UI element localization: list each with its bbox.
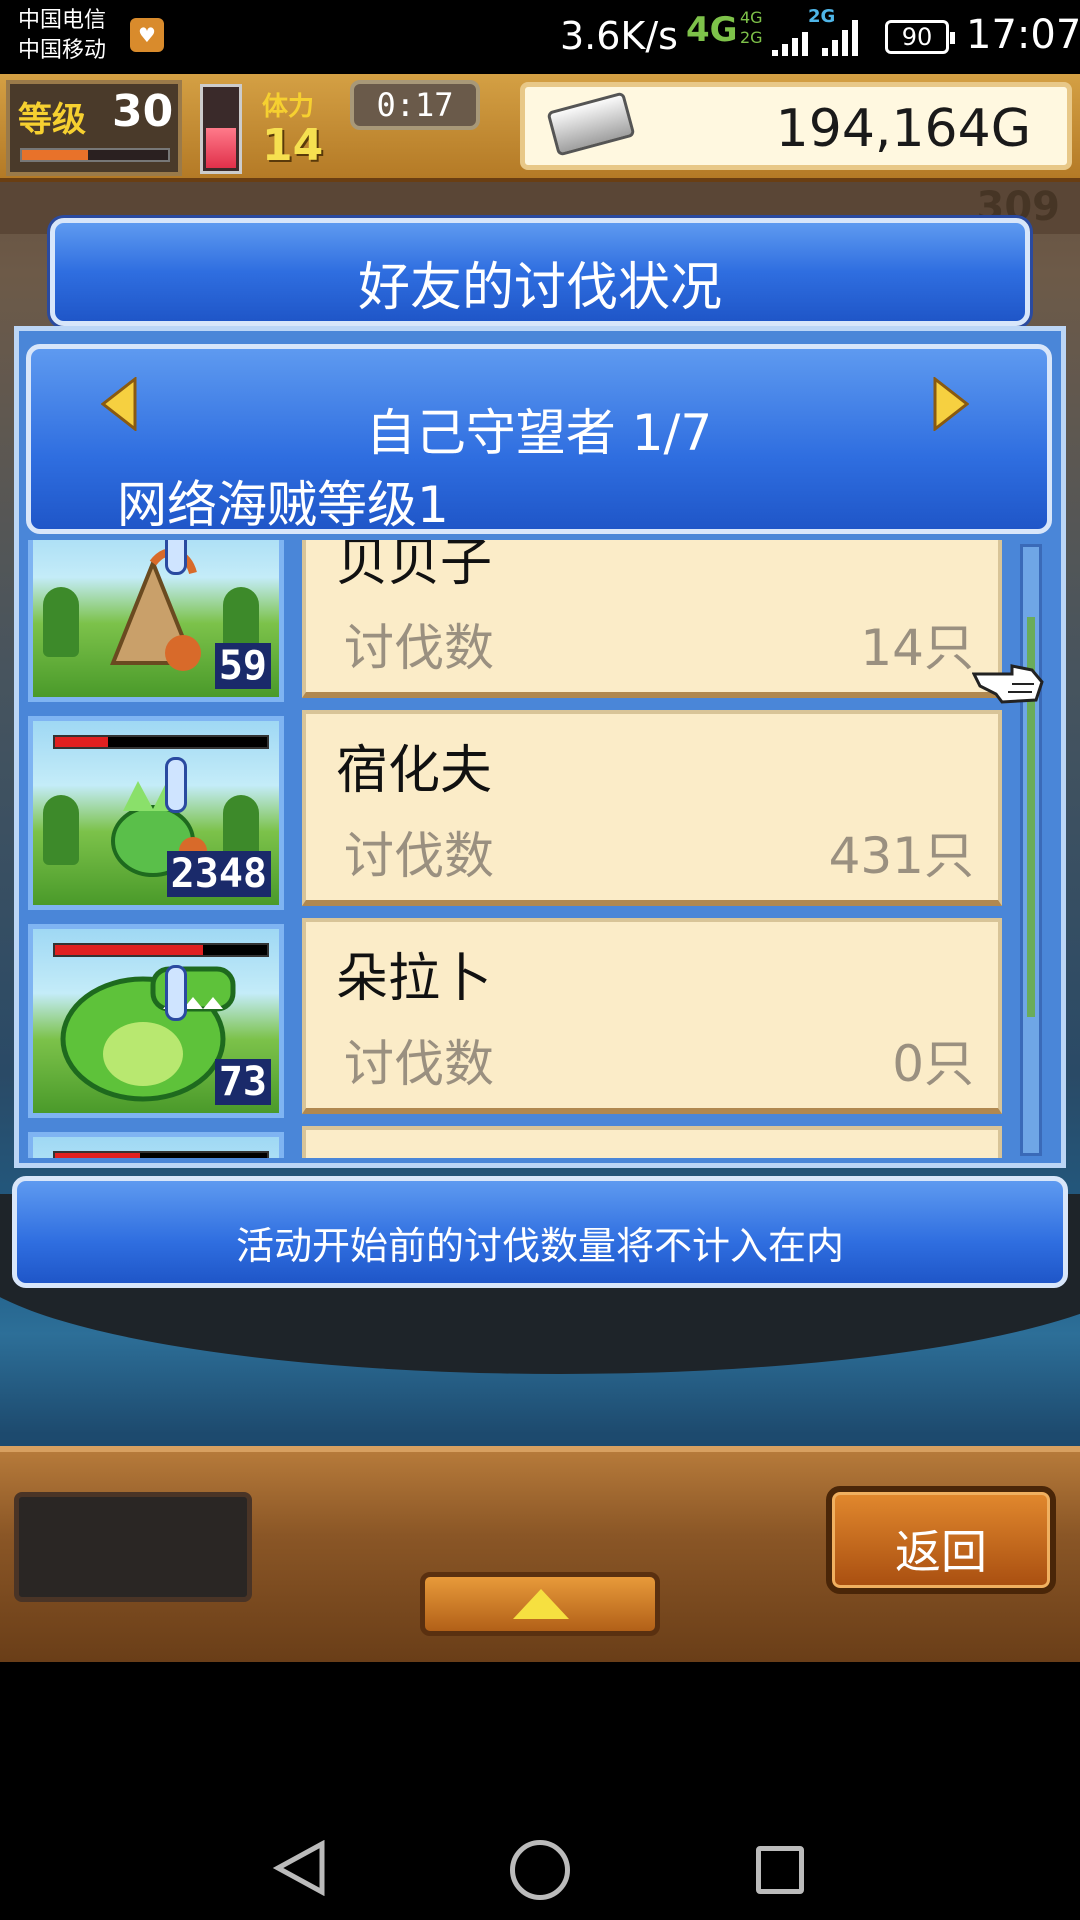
level-value: 30 xyxy=(112,86,174,137)
clock: 17:07 xyxy=(966,12,1080,58)
list-scrollbar[interactable] xyxy=(1020,544,1042,1156)
kill-count-label: 讨伐数 xyxy=(344,827,494,885)
hp-bar-fill xyxy=(55,1153,140,1158)
monster-thumbnail xyxy=(28,1132,284,1158)
back-button-label: 返回 xyxy=(895,1525,987,1579)
monster-name: 宿化夫 xyxy=(336,741,493,801)
back-button[interactable]: 返回 xyxy=(826,1486,1056,1594)
bottom-bar: 返回 xyxy=(0,1446,1080,1662)
money-box: 194,164G xyxy=(520,82,1072,170)
nav-recent-icon[interactable] xyxy=(756,1846,804,1894)
game-screen: 等级 30 体力 14 0:17 194,164G 309 好友的讨伐状况 自己… xyxy=(0,74,1080,1662)
network-small-bottom: 2G xyxy=(740,28,763,47)
hp-bar xyxy=(53,1151,269,1158)
money-value: 194,164G xyxy=(775,99,1031,159)
friend-header: 自己守望者 1/7 网络海贼等级1 xyxy=(26,344,1052,534)
dialog-title: 好友的讨伐状况 xyxy=(357,258,722,318)
triangle-up-icon xyxy=(513,1589,569,1619)
network-type: 4G xyxy=(686,10,738,50)
signal-icon-2 xyxy=(822,20,858,56)
notice-text: 活动开始前的讨伐数量将不计入在内 xyxy=(235,1224,844,1268)
stamina-value: 14 xyxy=(262,120,324,171)
empty-slot xyxy=(14,1492,252,1602)
monster-thumbnail: 73 xyxy=(28,924,284,1118)
friend-name-page: 自己守望者 1/7 xyxy=(365,404,713,462)
network-speed: 3.6K/s xyxy=(560,14,678,58)
next-button[interactable] xyxy=(933,375,970,433)
dialog-title-panel: 好友的讨伐状况 xyxy=(50,218,1030,326)
hp-bar xyxy=(53,735,269,749)
monster-thumbnail: 59 xyxy=(28,540,284,702)
level-progress-fill xyxy=(22,150,88,160)
level-label: 等级 xyxy=(18,100,86,140)
stamina-label: 体力 xyxy=(262,92,315,122)
network-small: 4G 2G xyxy=(740,8,763,48)
friend-level: 网络海贼等级1 xyxy=(117,476,449,534)
alert-icon xyxy=(165,965,187,1021)
scroll-up-button[interactable] xyxy=(420,1572,660,1636)
hp-bar-fill xyxy=(55,945,204,955)
hand-pointer-icon xyxy=(972,664,1044,704)
hp-bar xyxy=(53,943,269,957)
notice-panel: 活动开始前的讨伐数量将不计入在内 xyxy=(12,1176,1068,1288)
carrier-labels: 中国电信 中国移动 xyxy=(18,6,106,66)
timer: 0:17 xyxy=(350,80,480,130)
alert-icon xyxy=(165,757,187,813)
status-bar: 中国电信 中国移动 ♥ 3.6K/s 4G 4G 2G 2G 90 17:07 xyxy=(0,0,1080,74)
hp-bar-fill xyxy=(55,737,108,747)
kill-count-label: 讨伐数 xyxy=(344,1035,494,1093)
monster-card[interactable]: 朵拉卜 讨伐数 0只 xyxy=(302,918,1002,1114)
crocodile-monster-icon xyxy=(60,966,236,1102)
stamina-gauge xyxy=(200,84,242,174)
battery-level: 90 xyxy=(901,23,933,51)
stamina-gauge-fill xyxy=(206,127,236,168)
list-item[interactable]: 59 贝贝子 讨伐数 14只 xyxy=(28,540,1018,702)
level-box: 等级 30 xyxy=(6,80,182,176)
kill-count-value: 431只 xyxy=(828,827,974,885)
battery-icon: 90 xyxy=(885,20,955,54)
network-small-top: 4G xyxy=(740,8,763,27)
nav-home-icon[interactable] xyxy=(510,1840,570,1900)
signal-icon xyxy=(772,20,808,56)
silver-bar-icon xyxy=(546,91,636,157)
level-progress-bar xyxy=(20,148,170,162)
monster-card[interactable]: 贝贝子 讨伐数 14只 xyxy=(302,540,1002,698)
monster-count: 59 xyxy=(214,643,271,689)
notification-icon: ♥ xyxy=(130,18,164,52)
carrier-2: 中国移动 xyxy=(18,38,107,63)
list-item[interactable] xyxy=(28,1126,1018,1158)
monster-name: 朵拉卜 xyxy=(336,949,493,1009)
hud: 等级 30 体力 14 0:17 194,164G xyxy=(0,74,1080,182)
alert-icon xyxy=(165,540,187,575)
nav-back-icon[interactable] xyxy=(272,1840,328,1896)
monster-name: 贝贝子 xyxy=(336,540,493,593)
chevron-right-icon xyxy=(933,375,970,433)
monster-count: 2348 xyxy=(166,851,271,897)
monster-thumbnail: 2348 xyxy=(28,716,284,910)
kill-count-value: 14只 xyxy=(860,619,974,677)
hermit-crab-icon xyxy=(110,548,201,671)
monster-card[interactable] xyxy=(302,1126,1002,1158)
kill-count-value: 0只 xyxy=(892,1035,974,1093)
list-item[interactable]: 2348 宿化夫 讨伐数 431只 xyxy=(28,710,1018,910)
kill-count-label: 讨伐数 xyxy=(344,619,494,677)
list-item[interactable]: 73 朵拉卜 讨伐数 0只 xyxy=(28,918,1018,1118)
monster-card[interactable]: 宿化夫 讨伐数 431只 xyxy=(302,710,1002,906)
monster-count: 73 xyxy=(214,1059,271,1105)
carrier-1: 中国电信 xyxy=(18,8,107,33)
system-nav-bar xyxy=(0,1662,1080,1920)
monster-list[interactable]: 59 贝贝子 讨伐数 14只 2348 宿化夫 讨伐数 431只 73 朵拉卜 … xyxy=(28,540,1018,1158)
